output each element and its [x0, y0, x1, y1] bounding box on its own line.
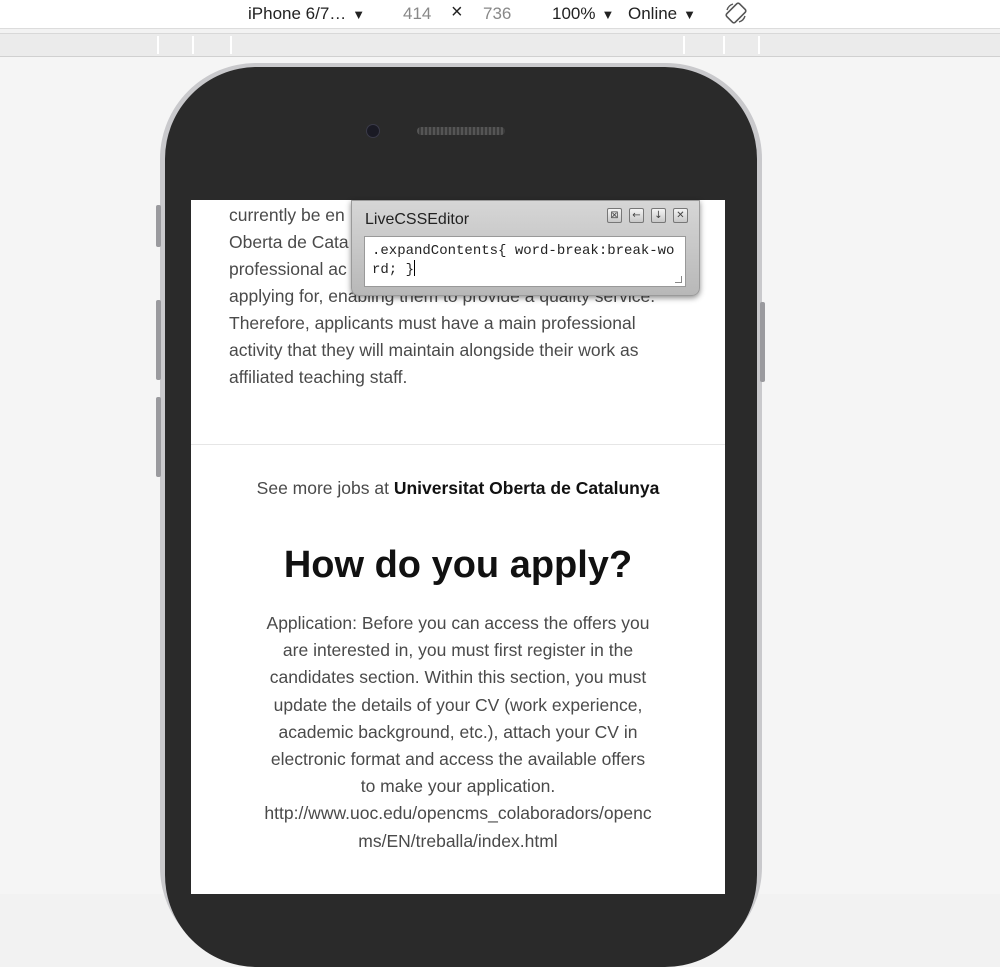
- network-label: Online: [628, 4, 678, 23]
- mute-switch: [156, 205, 161, 247]
- volume-up-button: [156, 300, 161, 380]
- resize-handle[interactable]: [675, 276, 682, 283]
- close-icon[interactable]: ⊠: [607, 208, 622, 223]
- arrow-left-icon[interactable]: ←: [629, 208, 644, 223]
- job-desc-line: activity that they will maintain alongsi…: [229, 340, 639, 360]
- see-more-prefix: See more jobs at: [256, 478, 394, 498]
- live-css-editor-panel[interactable]: LiveCSSEditor ⊠ ← ↓ ✕ .expandContents{ w…: [351, 200, 700, 296]
- dismiss-icon[interactable]: ✕: [673, 208, 688, 223]
- text-cursor: [414, 260, 416, 276]
- device-toolbar: iPhone 6/7… ▼ 414 × 736 100% ▼ Online ▼: [0, 0, 1000, 29]
- apply-heading: How do you apply?: [283, 544, 633, 586]
- job-desc-line: Therefore, applicants must have a main p…: [229, 313, 636, 333]
- apply-instructions: Application: Before you can access the o…: [264, 613, 652, 851]
- chevron-down-icon: ▼: [352, 7, 366, 22]
- ruler-mark: [683, 36, 685, 54]
- earpiece-speaker: [417, 127, 505, 135]
- phone-screen: currently be en Oberta de Cata professio…: [191, 200, 725, 894]
- section-divider: [191, 444, 725, 445]
- zoom-label: 100%: [552, 4, 596, 23]
- arrow-down-icon[interactable]: ↓: [651, 208, 666, 223]
- ruler-mark: [230, 36, 232, 54]
- css-code: .expandContents{ word-break:break-word; …: [372, 243, 675, 278]
- volume-down-button: [156, 397, 161, 477]
- css-code-editor[interactable]: .expandContents{ word-break:break-word; …: [364, 236, 686, 287]
- media-query-ruler[interactable]: [0, 33, 1000, 57]
- ruler-mark: [723, 36, 725, 54]
- height-input[interactable]: 736: [483, 3, 511, 25]
- rotate-icon[interactable]: [724, 1, 748, 25]
- dimension-separator: ×: [451, 1, 463, 23]
- job-desc-line: affiliated teaching staff.: [229, 367, 408, 387]
- device-label: iPhone 6/7…: [248, 4, 347, 23]
- chevron-down-icon: ▼: [601, 7, 615, 22]
- see-more-jobs: See more jobs at Universitat Oberta de C…: [191, 478, 725, 499]
- organization-link[interactable]: Universitat Oberta de Catalunya: [394, 478, 660, 498]
- ruler-mark: [758, 36, 760, 54]
- power-button: [760, 302, 765, 382]
- chevron-down-icon: ▼: [683, 7, 697, 22]
- ruler-mark: [157, 36, 159, 54]
- device-select[interactable]: iPhone 6/7… ▼: [248, 3, 365, 26]
- editor-title: LiveCSSEditor: [365, 211, 470, 228]
- width-input[interactable]: 414: [403, 3, 431, 25]
- front-camera-icon: [366, 124, 380, 138]
- ruler-mark: [192, 36, 194, 54]
- zoom-select[interactable]: 100% ▼: [552, 3, 614, 26]
- network-select[interactable]: Online ▼: [628, 3, 696, 26]
